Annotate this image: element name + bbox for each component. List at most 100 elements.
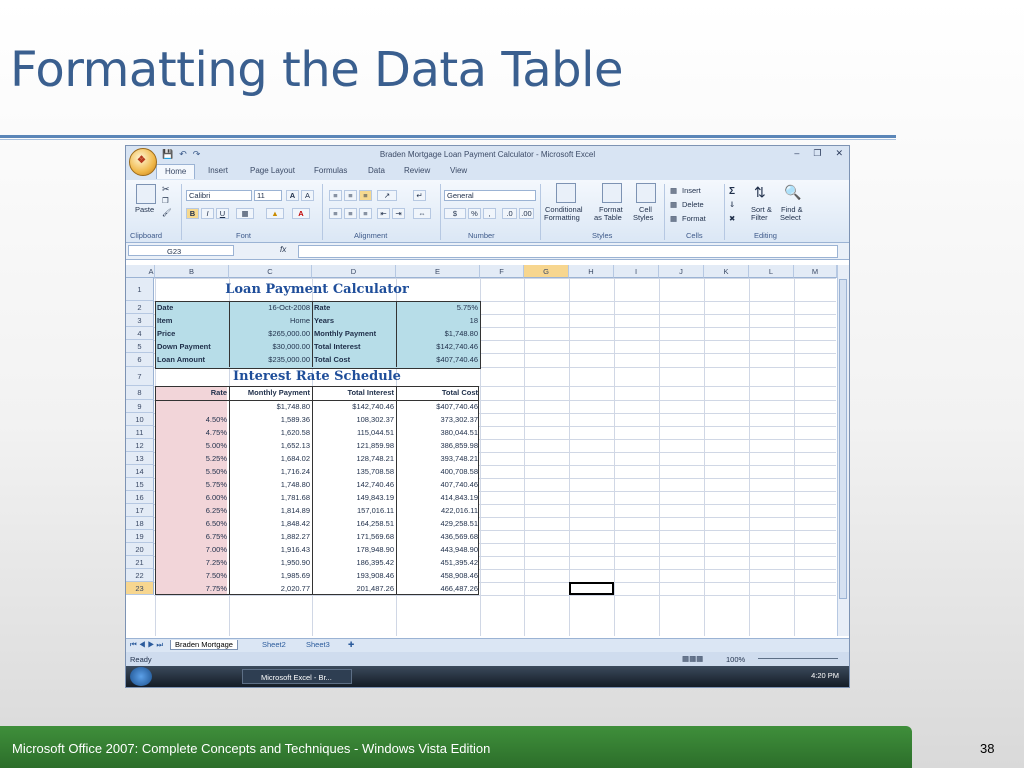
schedule-cell[interactable]: 1,620.58 [229, 426, 312, 439]
row-header-20[interactable]: 20 [126, 543, 154, 556]
schedule-cell[interactable]: 1,652.13 [229, 439, 312, 452]
align-left-icon[interactable]: ≡ [329, 208, 342, 219]
row-header-22[interactable]: 22 [126, 569, 154, 582]
schedule-cell[interactable]: 108,302.37 [312, 413, 396, 426]
column-header-D[interactable]: D [312, 265, 396, 278]
increase-decimal-icon[interactable]: .0 [502, 208, 517, 219]
schedule-cell[interactable]: $407,740.46 [396, 400, 480, 413]
schedule-cell[interactable]: 142,740.46 [312, 478, 396, 491]
align-center-icon[interactable]: ≡ [344, 208, 357, 219]
increase-indent-icon[interactable]: ⇥ [392, 208, 405, 219]
schedule-cell[interactable]: 1,748.80 [229, 478, 312, 491]
schedule-cell[interactable]: 7.25% [155, 556, 229, 569]
column-header-B[interactable]: B [155, 265, 229, 278]
office-button[interactable]: ❖ [129, 148, 157, 176]
decrease-decimal-icon[interactable]: .00 [519, 208, 534, 219]
paste-button[interactable]: Paste [135, 205, 154, 214]
row-header-1[interactable]: 1 [126, 278, 154, 301]
schedule-cell[interactable]: 458,908.46 [396, 569, 480, 582]
row-header-10[interactable]: 10 [126, 413, 154, 426]
input-value[interactable]: $235,000.00 [229, 353, 312, 366]
result-value[interactable]: $1,748.80 [396, 327, 480, 340]
schedule-cell[interactable]: 115,044.51 [312, 426, 396, 439]
result-value[interactable]: $407,740.46 [396, 353, 480, 366]
row-header-23[interactable]: 23 [126, 582, 154, 595]
row-header-12[interactable]: 12 [126, 439, 154, 452]
align-bottom-icon[interactable]: ≡ [359, 190, 372, 201]
tab-review[interactable]: Review [404, 166, 430, 175]
schedule-cell[interactable]: 6.75% [155, 530, 229, 543]
format-painter-icon[interactable]: 🖌 [162, 208, 172, 217]
schedule-cell[interactable]: 1,716.24 [229, 465, 312, 478]
schedule-cell[interactable]: 436,569.68 [396, 530, 480, 543]
row-header-6[interactable]: 6 [126, 353, 154, 367]
schedule-cell[interactable]: 5.00% [155, 439, 229, 452]
schedule-cell[interactable]: 5.75% [155, 478, 229, 491]
schedule-cell[interactable]: 414,843.19 [396, 491, 480, 504]
input-value[interactable]: 16-Oct-2008 [229, 301, 312, 314]
sort-filter-icon[interactable]: ⇅ [754, 184, 766, 201]
delete-cells-button[interactable]: Delete [682, 200, 704, 209]
schedule-cell[interactable]: 7.75% [155, 582, 229, 595]
schedule-cell[interactable]: 186,395.42 [312, 556, 396, 569]
row-header-7[interactable]: 7 [126, 367, 154, 386]
row-header-18[interactable]: 18 [126, 517, 154, 530]
paste-icon[interactable] [136, 184, 156, 204]
schedule-cell[interactable]: 393,748.21 [396, 452, 480, 465]
grow-font-button[interactable]: A [286, 190, 299, 201]
find-select-icon[interactable]: 🔍 [784, 184, 801, 201]
schedule-cell[interactable]: 128,748.21 [312, 452, 396, 465]
sheet-tab-sheet3[interactable]: Sheet3 [306, 640, 330, 649]
bold-button[interactable]: B [186, 208, 199, 219]
schedule-cell[interactable]: 5.50% [155, 465, 229, 478]
schedule-cell[interactable]: 121,859.98 [312, 439, 396, 452]
format-cells-button[interactable]: Format [682, 214, 706, 223]
schedule-cell[interactable]: 422,016.11 [396, 504, 480, 517]
shrink-font-button[interactable]: A [301, 190, 314, 201]
restore-icon[interactable]: ❐ [813, 148, 821, 159]
start-button[interactable] [130, 667, 152, 686]
close-icon[interactable]: ✕ [835, 148, 843, 159]
vertical-scrollbar[interactable] [837, 265, 849, 636]
row-header-4[interactable]: 4 [126, 327, 154, 340]
input-value[interactable]: $30,000.00 [229, 340, 312, 353]
schedule-cell[interactable]: 193,908.46 [312, 569, 396, 582]
wrap-text-icon[interactable]: ↵ [413, 190, 426, 201]
schedule-cell[interactable]: 1,985.69 [229, 569, 312, 582]
column-header-K[interactable]: K [704, 265, 749, 278]
result-value[interactable]: 5.75% [396, 301, 480, 314]
clear-icon[interactable]: ✖ [729, 214, 735, 223]
column-header-J[interactable]: J [659, 265, 704, 278]
schedule-cell[interactable]: 5.25% [155, 452, 229, 465]
column-header-E[interactable]: E [396, 265, 480, 278]
schedule-cell[interactable]: 7.00% [155, 543, 229, 556]
schedule-cell[interactable]: 6.00% [155, 491, 229, 504]
cell-styles-icon[interactable] [636, 183, 656, 203]
schedule-cell[interactable]: 466,487.26 [396, 582, 480, 595]
align-middle-icon[interactable]: ≡ [344, 190, 357, 201]
row-header-15[interactable]: 15 [126, 478, 154, 491]
cut-icon[interactable]: ✂ [162, 184, 170, 195]
zoom-slider[interactable] [758, 658, 838, 659]
row-header-5[interactable]: 5 [126, 340, 154, 353]
input-value[interactable]: $265,000.00 [229, 327, 312, 340]
number-format-combo[interactable]: General [444, 190, 536, 201]
comma-button[interactable]: , [483, 208, 496, 219]
schedule-cell[interactable]: 1,589.36 [229, 413, 312, 426]
delete-cells-icon[interactable]: ▦ [670, 200, 677, 209]
schedule-cell[interactable]: 157,016.11 [312, 504, 396, 517]
format-cells-icon[interactable]: ▦ [670, 214, 677, 223]
schedule-cell[interactable]: 164,258.51 [312, 517, 396, 530]
row-header-17[interactable]: 17 [126, 504, 154, 517]
schedule-cell[interactable]: 1,814.89 [229, 504, 312, 517]
column-header-H[interactable]: H [569, 265, 614, 278]
schedule-cell[interactable]: 135,708.58 [312, 465, 396, 478]
column-header-I[interactable]: I [614, 265, 659, 278]
minimize-icon[interactable]: – [794, 148, 799, 159]
tab-home[interactable]: Home [156, 164, 196, 179]
column-header-L[interactable]: L [749, 265, 794, 278]
schedule-cell[interactable]: 6.50% [155, 517, 229, 530]
schedule-cell[interactable]: 1,781.68 [229, 491, 312, 504]
row-header-9[interactable]: 9 [126, 400, 154, 413]
schedule-cell[interactable]: 443,948.90 [396, 543, 480, 556]
